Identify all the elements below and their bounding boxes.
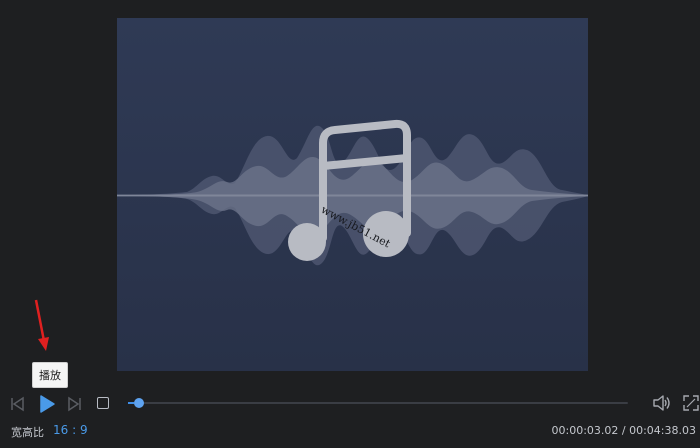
video-preview: www.jb51.net [117, 18, 588, 371]
fullscreen-button[interactable] [682, 394, 700, 412]
timeline-slider[interactable] [128, 398, 628, 408]
aspect-ratio-value[interactable]: 16 : 9 [53, 423, 88, 437]
volume-button[interactable] [652, 394, 672, 412]
stop-button[interactable] [96, 396, 109, 409]
timeline-progress [128, 402, 134, 404]
play-tooltip: 播放 [32, 362, 68, 388]
red-arrow-annotation [34, 299, 49, 351]
aspect-ratio-label: 宽高比 [11, 426, 44, 439]
skip-back-button[interactable] [8, 395, 26, 413]
fullscreen-icon [683, 395, 699, 411]
timeline-thumb[interactable] [133, 398, 144, 408]
time-display: 00:00:03.02 / 00:04:38.03 [551, 424, 697, 437]
skip-forward-button[interactable] [66, 395, 84, 413]
skip-back-icon [11, 396, 24, 412]
stop-icon [96, 396, 109, 409]
audio-waveform [117, 119, 588, 266]
skip-forward-icon [68, 396, 81, 412]
volume-icon [653, 395, 670, 411]
play-icon [40, 395, 55, 413]
play-button[interactable] [37, 394, 57, 414]
